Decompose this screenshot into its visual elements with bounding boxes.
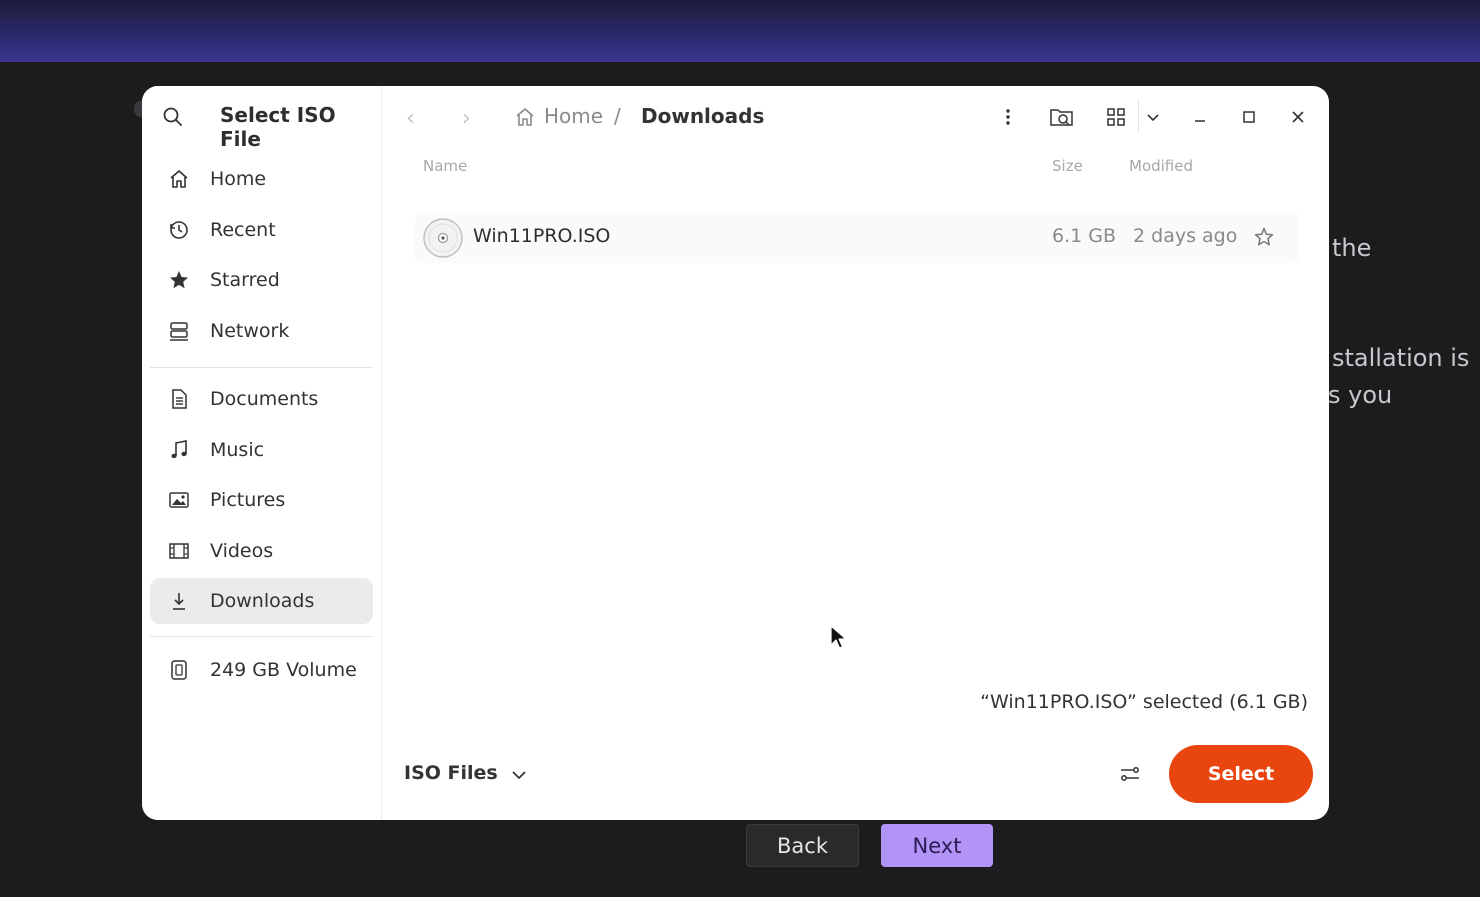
file-size: 6.1 GB <box>1052 225 1117 247</box>
sidebar-item-label: Network <box>210 320 290 342</box>
sidebar: Select ISO File Home Recent Starred Netw… <box>142 86 382 820</box>
clock-icon <box>168 219 190 241</box>
sidebar-divider <box>150 636 373 637</box>
folder-search-icon[interactable] <box>1049 104 1075 130</box>
background-text-fragment: s you <box>1328 381 1393 409</box>
drive-icon <box>168 659 190 681</box>
next-button[interactable]: Next <box>881 824 993 867</box>
selection-status: “Win11PRO.ISO” selected (6.1 GB) <box>980 691 1308 713</box>
sidebar-item-label: 249 GB Volume <box>210 659 357 681</box>
options-icon[interactable] <box>1118 762 1142 786</box>
file-name: Win11PRO.ISO <box>473 225 611 247</box>
select-button[interactable]: Select <box>1169 745 1313 803</box>
sidebar-item-downloads[interactable]: Downloads <box>150 578 373 624</box>
sidebar-item-label: Videos <box>210 540 274 562</box>
menu-icon[interactable] <box>995 104 1021 130</box>
column-header-size[interactable]: Size <box>1052 157 1083 175</box>
sidebar-item-volume[interactable]: 249 GB Volume <box>150 647 373 693</box>
forward-arrow-icon[interactable]: › <box>462 106 471 131</box>
file-type-filter[interactable]: ISO Files <box>404 762 498 784</box>
sidebar-item-label: Pictures <box>210 489 286 511</box>
music-icon <box>168 439 190 461</box>
breadcrumb-current[interactable]: Downloads <box>641 104 764 128</box>
sidebar-item-label: Documents <box>210 388 319 410</box>
minimize-icon[interactable] <box>1187 104 1213 130</box>
toolbar-divider <box>1138 100 1139 132</box>
download-icon <box>168 590 190 612</box>
picture-icon <box>168 489 190 511</box>
home-icon <box>168 168 190 190</box>
sidebar-item-label: Recent <box>210 219 276 241</box>
back-button[interactable]: Back <box>746 824 859 867</box>
sidebar-item-pictures[interactable]: Pictures <box>150 477 373 523</box>
file-browser-pane: ‹ › Home / Downloads Name Size Modified … <box>382 86 1329 820</box>
home-icon[interactable] <box>514 106 536 128</box>
background-text-fragment: stallation is <box>1332 344 1470 372</box>
mouse-cursor-icon <box>830 625 848 651</box>
sidebar-item-music[interactable]: Music <box>150 427 373 473</box>
maximize-icon[interactable] <box>1236 104 1262 130</box>
column-header-modified[interactable]: Modified <box>1129 157 1193 175</box>
desktop-top-band <box>0 0 1480 62</box>
file-chooser-dialog: Select ISO File Home Recent Starred Netw… <box>142 86 1329 820</box>
dialog-title: Select ISO File <box>220 103 336 151</box>
sidebar-item-network[interactable]: Network <box>150 308 373 354</box>
network-icon <box>168 320 190 342</box>
sidebar-item-recent[interactable]: Recent <box>150 207 373 253</box>
column-header-name[interactable]: Name <box>423 157 467 175</box>
chevron-down-icon[interactable] <box>509 765 529 785</box>
background-text-fragment: the <box>1332 234 1372 262</box>
close-icon[interactable] <box>1285 104 1311 130</box>
file-row[interactable]: Win11PRO.ISO 6.1 GB 2 days ago <box>415 213 1299 263</box>
star-icon <box>168 269 190 291</box>
sidebar-item-label: Starred <box>210 269 280 291</box>
chevron-down-icon[interactable] <box>1140 104 1166 130</box>
video-icon <box>168 540 190 562</box>
breadcrumb-separator: / <box>614 104 621 128</box>
sidebar-item-videos[interactable]: Videos <box>150 528 373 574</box>
sidebar-item-documents[interactable]: Documents <box>150 376 373 422</box>
back-arrow-icon[interactable]: ‹ <box>406 106 415 131</box>
sidebar-item-home[interactable]: Home <box>150 156 373 202</box>
grid-view-icon[interactable] <box>1103 104 1129 130</box>
search-icon[interactable] <box>162 106 184 128</box>
file-modified: 2 days ago <box>1133 225 1238 247</box>
sidebar-item-label: Downloads <box>210 590 315 612</box>
breadcrumb-home[interactable]: Home <box>544 104 603 128</box>
disc-icon <box>423 218 463 258</box>
sidebar-item-label: Music <box>210 439 265 461</box>
star-outline-icon[interactable] <box>1253 226 1275 248</box>
document-icon <box>168 388 190 410</box>
sidebar-item-starred[interactable]: Starred <box>150 257 373 303</box>
sidebar-divider <box>150 367 373 368</box>
sidebar-item-label: Home <box>210 168 267 190</box>
